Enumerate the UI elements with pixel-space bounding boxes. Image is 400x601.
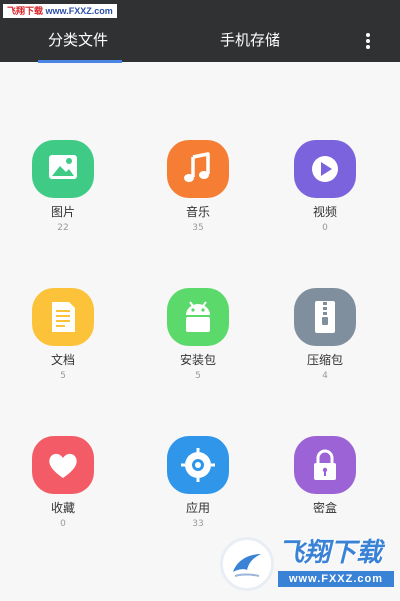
heart-icon bbox=[32, 436, 94, 494]
watermark-top: 飞翔下载 www.FXXZ.com bbox=[3, 4, 117, 18]
watermark-top-site: 飞翔下载 bbox=[7, 6, 44, 16]
category-count: 35 bbox=[192, 223, 204, 233]
status-bar: 飞翔下载 www.FXXZ.com bbox=[0, 0, 400, 20]
category-videos[interactable]: 视频 0 bbox=[265, 140, 385, 250]
more-vertical-icon bbox=[366, 33, 370, 37]
category-label: 应用 bbox=[185, 501, 210, 515]
image-icon bbox=[32, 140, 94, 198]
category-secret-box[interactable]: 密盒 bbox=[265, 436, 385, 546]
watermark-title: 飞翔下载 bbox=[278, 538, 383, 568]
top-app-bar: 分类文件 手机存储 bbox=[0, 20, 400, 63]
watermark-logo bbox=[220, 537, 274, 591]
category-count: 0 bbox=[322, 223, 328, 233]
category-favorites[interactable]: 收藏 0 bbox=[3, 436, 123, 546]
tab-category-files[interactable]: 分类文件 bbox=[30, 20, 126, 62]
zip-icon bbox=[294, 288, 356, 346]
category-count: 5 bbox=[195, 371, 201, 381]
watermark-top-url: www.FXXZ.com bbox=[45, 6, 113, 16]
more-options-button[interactable] bbox=[356, 26, 380, 56]
category-images[interactable]: 图片 22 bbox=[3, 140, 123, 250]
file-manager-screen: 飞翔下载 www.FXXZ.com 分类文件 手机存储 图片 22 音乐 35 … bbox=[0, 0, 400, 601]
category-label: 视频 bbox=[312, 205, 337, 219]
category-archives[interactable]: 压缩包 4 bbox=[265, 288, 385, 398]
category-apk-packages[interactable]: 安装包 5 bbox=[138, 288, 258, 398]
category-count: 0 bbox=[60, 519, 66, 529]
watermark-bottom: 飞翔下载 www.FXXZ.com bbox=[214, 533, 396, 595]
category-count: 5 bbox=[60, 371, 66, 381]
category-label: 收藏 bbox=[50, 501, 75, 515]
document-icon bbox=[32, 288, 94, 346]
category-label: 压缩包 bbox=[306, 353, 343, 367]
category-documents[interactable]: 文档 5 bbox=[3, 288, 123, 398]
category-label: 图片 bbox=[50, 205, 75, 219]
category-label: 音乐 bbox=[185, 205, 210, 219]
category-label: 文档 bbox=[50, 353, 75, 367]
category-count: 22 bbox=[57, 223, 69, 233]
category-apps[interactable]: 应用 33 bbox=[138, 436, 258, 546]
tab-phone-storage[interactable]: 手机存储 bbox=[198, 20, 302, 62]
more-dot bbox=[366, 45, 370, 49]
watermark-url: www.FXXZ.com bbox=[278, 571, 394, 587]
category-grid: 图片 22 音乐 35 视频 0 文档 5 安装包 5 压缩包 4 收藏 0 应… bbox=[0, 62, 400, 601]
music-note-icon bbox=[167, 140, 229, 198]
category-count: 33 bbox=[192, 519, 204, 529]
category-label: 密盒 bbox=[312, 501, 337, 515]
gear-icon bbox=[167, 436, 229, 494]
more-dot bbox=[366, 39, 370, 43]
category-count: 4 bbox=[322, 371, 328, 381]
lock-icon bbox=[294, 436, 356, 494]
android-icon bbox=[167, 288, 229, 346]
category-label: 安装包 bbox=[179, 353, 216, 367]
play-icon bbox=[294, 140, 356, 198]
category-music[interactable]: 音乐 35 bbox=[138, 140, 258, 250]
